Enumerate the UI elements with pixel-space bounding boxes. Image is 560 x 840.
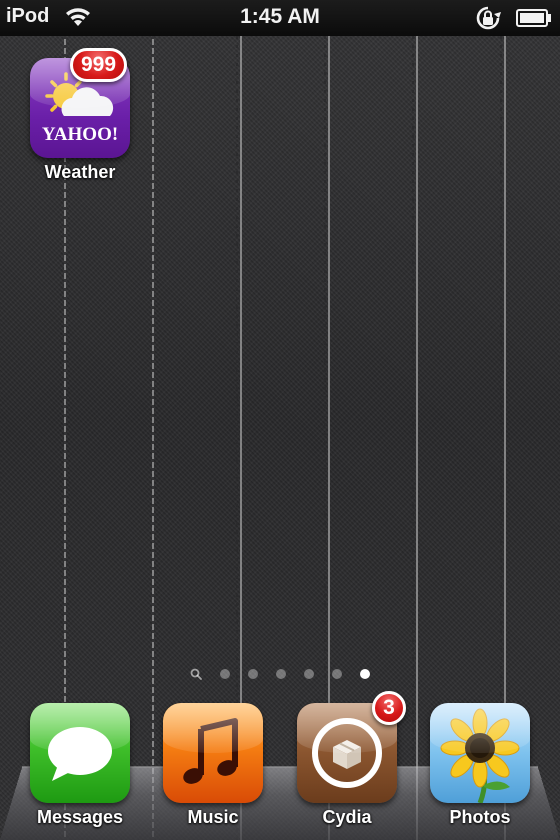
speech-bubble-icon (30, 703, 130, 803)
page-dot[interactable] (220, 669, 230, 679)
app-messages[interactable]: Messages (30, 703, 130, 828)
page-dot[interactable] (276, 669, 286, 679)
app-label-music: Music (187, 807, 239, 827)
yahoo-logo: YAHOO! (41, 124, 119, 145)
page-dot[interactable] (248, 669, 258, 679)
rotation-lock-icon (474, 5, 502, 36)
status-bar: iPod 1:45 AM (0, 0, 560, 36)
app-photos[interactable]: Photos (430, 703, 530, 828)
home-screen: iPod 1:45 AM YAHOO! 999 Weather Messages… (0, 0, 560, 840)
app-label-cydia: Cydia (322, 807, 372, 827)
app-cydia[interactable]: 3 Cydia (297, 691, 406, 828)
battery-icon (516, 9, 552, 32)
notification-badge: 999 (70, 48, 128, 82)
app-label-photos: Photos (449, 807, 511, 827)
page-indicator[interactable] (0, 666, 560, 682)
app-weather[interactable]: YAHOO! 999 Weather (30, 48, 130, 183)
page-dot-active[interactable] (360, 669, 370, 679)
app-label-messages: Messages (36, 807, 124, 827)
page-dot[interactable] (332, 669, 342, 679)
search-icon[interactable] (190, 668, 202, 680)
music-note-icon (163, 703, 263, 803)
dock: Messages Music 3 Cydia Photos (0, 691, 560, 840)
notification-badge: 3 (372, 691, 406, 725)
app-label-weather: Weather (44, 162, 116, 182)
page-dot[interactable] (304, 669, 314, 679)
sunflower-icon (430, 703, 530, 803)
app-music[interactable]: Music (163, 703, 263, 828)
